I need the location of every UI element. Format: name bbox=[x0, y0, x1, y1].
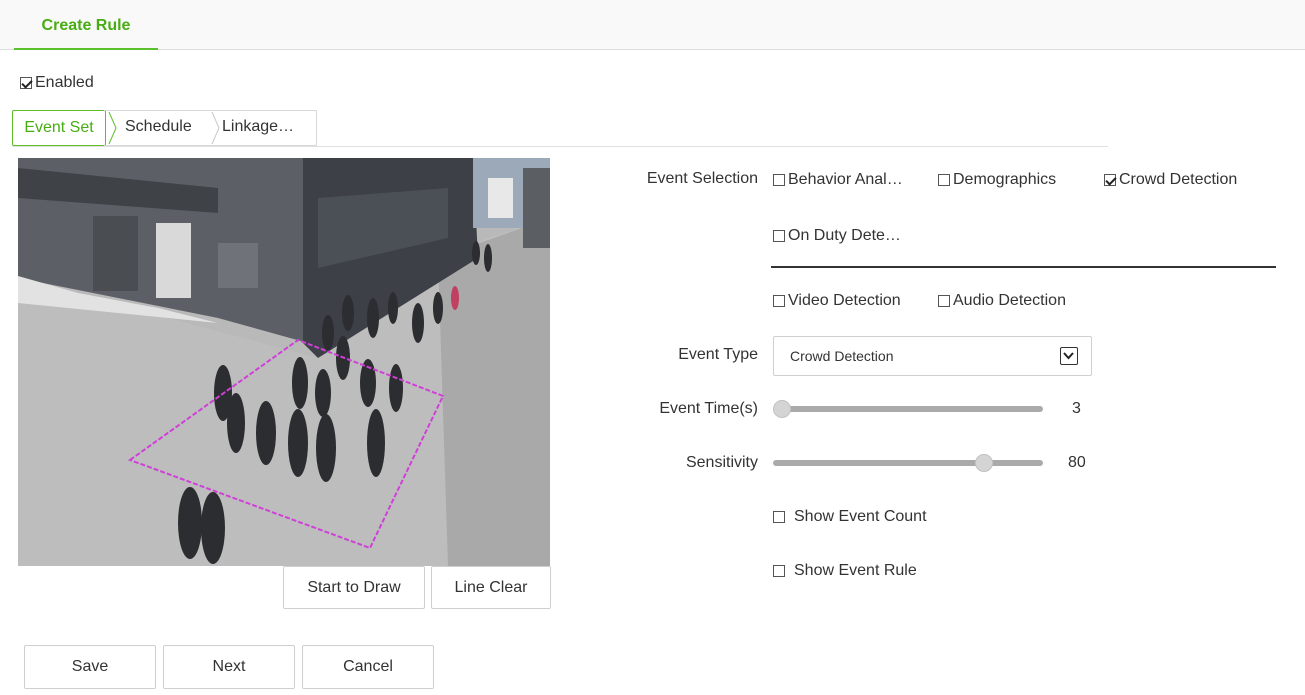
event-time-value: 3 bbox=[1072, 400, 1081, 417]
slider-thumb[interactable] bbox=[773, 400, 791, 418]
checkbox-box[interactable] bbox=[773, 510, 785, 523]
cancel-button[interactable]: Cancel bbox=[302, 645, 434, 689]
enabled-checkbox-box[interactable] bbox=[20, 76, 32, 89]
checkbox-box[interactable] bbox=[773, 229, 785, 242]
checkbox-label: Show Event Rule bbox=[794, 562, 917, 579]
event-type-value: Crowd Detection bbox=[790, 348, 894, 364]
checkbox-box[interactable] bbox=[1104, 173, 1116, 186]
show-event-count-checkbox[interactable]: Show Event Count bbox=[773, 507, 927, 527]
checkbox-label: Demographics bbox=[953, 171, 1057, 188]
checkbox-label: Audio Detection bbox=[953, 292, 1066, 309]
step-chevron-icon bbox=[108, 111, 117, 145]
video-scene bbox=[18, 158, 550, 566]
tab-create-rule[interactable]: Create Rule bbox=[14, 0, 158, 50]
checkbox-box[interactable] bbox=[938, 294, 950, 307]
step-tabs: Event Set Schedule Linkage… bbox=[12, 110, 322, 146]
event-type-select[interactable]: Crowd Detection bbox=[773, 336, 1092, 376]
enabled-checkbox[interactable]: Enabled bbox=[20, 73, 94, 93]
crowd-detection-checkbox[interactable]: Crowd Detection bbox=[1104, 170, 1237, 190]
event-type-label: Event Type bbox=[678, 346, 758, 363]
header-bar bbox=[0, 0, 1305, 50]
show-event-rule-checkbox[interactable]: Show Event Rule bbox=[773, 561, 917, 581]
step-chevron-icon bbox=[211, 111, 220, 145]
behavior-analysis-checkbox[interactable]: Behavior Anal… bbox=[773, 170, 903, 190]
checkbox-box[interactable] bbox=[773, 564, 785, 577]
event-selection-divider bbox=[771, 266, 1276, 268]
event-time-label: Event Time(s) bbox=[659, 400, 758, 417]
checkbox-box[interactable] bbox=[773, 173, 785, 186]
sensitivity-value: 80 bbox=[1068, 454, 1086, 471]
checkbox-label: Behavior Anal… bbox=[788, 171, 903, 188]
slider-thumb[interactable] bbox=[974, 454, 993, 472]
demographics-checkbox[interactable]: Demographics bbox=[938, 170, 1056, 190]
save-button[interactable]: Save bbox=[24, 645, 156, 689]
chevron-down-icon[interactable] bbox=[1060, 347, 1078, 365]
checkbox-box[interactable] bbox=[938, 173, 950, 186]
sensitivity-label: Sensitivity bbox=[685, 454, 758, 471]
enabled-label: Enabled bbox=[35, 74, 94, 91]
on-duty-detection-checkbox[interactable]: On Duty Dete… bbox=[773, 226, 901, 246]
line-clear-button[interactable]: Line Clear bbox=[431, 566, 551, 609]
sensitivity-slider[interactable] bbox=[773, 452, 1043, 474]
next-button[interactable]: Next bbox=[163, 645, 295, 689]
step-event-set[interactable]: Event Set bbox=[12, 110, 106, 146]
checkbox-label: Crowd Detection bbox=[1119, 171, 1238, 188]
checkbox-label: Video Detection bbox=[788, 292, 901, 309]
slider-track bbox=[773, 460, 1043, 466]
checkbox-label: On Duty Dete… bbox=[788, 227, 901, 244]
event-time-slider[interactable] bbox=[773, 398, 1043, 420]
video-detection-checkbox[interactable]: Video Detection bbox=[773, 291, 901, 311]
event-selection-label: Event Selection bbox=[646, 170, 758, 187]
audio-detection-checkbox[interactable]: Audio Detection bbox=[938, 291, 1066, 311]
steps-divider bbox=[12, 146, 1108, 147]
step-schedule[interactable]: Schedule bbox=[125, 110, 192, 144]
start-to-draw-button[interactable]: Start to Draw bbox=[283, 566, 425, 609]
video-preview[interactable] bbox=[18, 158, 550, 566]
checkbox-box[interactable] bbox=[773, 294, 785, 307]
slider-track bbox=[773, 406, 1043, 412]
step-linkage[interactable]: Linkage… bbox=[222, 110, 294, 144]
checkbox-label: Show Event Count bbox=[794, 508, 927, 525]
